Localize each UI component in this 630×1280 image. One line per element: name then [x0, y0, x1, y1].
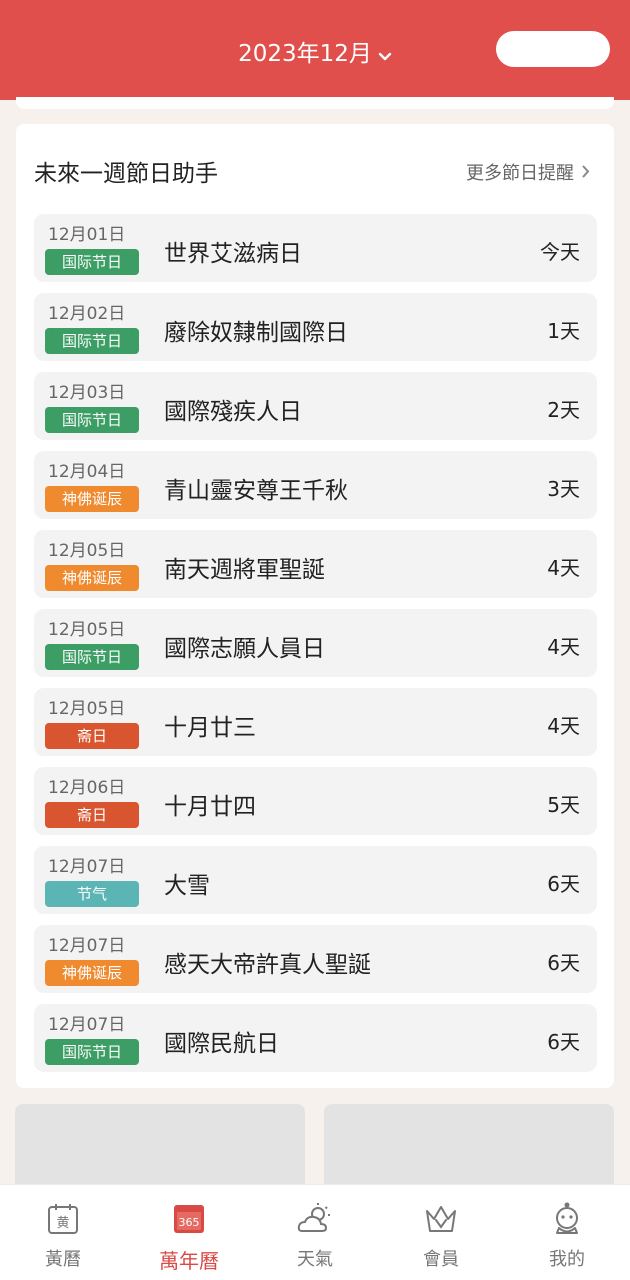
tab-weather[interactable]: 天氣 [252, 1185, 378, 1280]
holiday-date: 12月07日 [48, 857, 126, 877]
profile-icon [547, 1199, 587, 1239]
holiday-row[interactable]: 12月05日神佛诞辰 南天週將軍聖誕 4天 [34, 530, 597, 598]
holiday-category-badge: 神佛诞辰 [45, 565, 139, 591]
tab-almanac[interactable]: 黄 黃曆 [0, 1185, 126, 1280]
top-header: 2023年12月 [0, 0, 630, 100]
days-until: 6天 [547, 1030, 580, 1054]
holiday-category-badge: 节气 [45, 881, 139, 907]
holiday-date: 12月05日 [48, 699, 126, 719]
holiday-date: 12月07日 [48, 936, 126, 956]
weather-icon [295, 1199, 335, 1239]
tab-perpetual-calendar[interactable]: 365 萬年曆 [126, 1185, 252, 1280]
holiday-row[interactable]: 12月01日国际节日 世界艾滋病日 今天 [34, 214, 597, 282]
holiday-list: 12月01日 国际节日 世界艾滋病日 今天 12月02日 国际节日 廢除奴隸制國際日 1天 12… [34, 214, 597, 1083]
days-until: 6天 [547, 872, 580, 896]
days-until: 1天 [547, 319, 580, 343]
holiday-category-badge: 国际节日 [45, 1039, 139, 1065]
tab-label: 我的 [549, 1249, 585, 1270]
holiday-row[interactable]: 12月02日国际节日 廢除奴隸制國際日 1天 [34, 293, 597, 361]
holiday-name: 十月廿三 [164, 715, 256, 741]
holiday-name: 國際殘疾人日 [164, 399, 302, 425]
tab-label: 會員 [423, 1249, 459, 1270]
holiday-name: 世界艾滋病日 [164, 241, 302, 267]
days-until: 3天 [547, 477, 580, 501]
holiday-date: 12月06日 [48, 778, 126, 798]
holiday-date: 12月05日 [48, 620, 126, 640]
almanac-icon: 黄 [43, 1199, 83, 1239]
month-label: 2023年12月 [238, 41, 372, 67]
holiday-date: 12月07日 [48, 1015, 126, 1035]
holiday-name: 感天大帝許真人聖誕 [164, 952, 371, 978]
holiday-row[interactable]: 12月07日神佛诞辰 感天大帝許真人聖誕 6天 [34, 925, 597, 993]
holiday-row[interactable]: 12月07日国际节日 國際民航日 6天 [34, 1004, 597, 1072]
tab-label: 萬年曆 [159, 1249, 219, 1273]
holiday-date: 12月01日 [48, 225, 126, 245]
holiday-row[interactable]: 12月07日节气 大雪 6天 [34, 846, 597, 914]
bottom-tab-bar: 黄 黃曆 365 萬年曆 天氣 會員 我的 [0, 1184, 630, 1280]
holiday-category-badge: 斋日 [45, 723, 139, 749]
holiday-date: 12月04日 [48, 462, 126, 482]
holiday-category-badge: 神佛诞辰 [45, 960, 139, 986]
holiday-category-badge: 国际节日 [45, 249, 139, 275]
holiday-row[interactable]: 12月04日神佛诞辰 青山靈安尊王千秋 3天 [34, 451, 597, 519]
holiday-row[interactable]: 12月05日国际节日 國際志願人員日 4天 [34, 609, 597, 677]
days-until: 4天 [547, 635, 580, 659]
holiday-row[interactable]: 12月05日斋日 十月廿三 4天 [34, 688, 597, 756]
holiday-date: 12月03日 [48, 383, 126, 403]
holiday-date: 12月02日 [48, 304, 126, 324]
promo-banner-right[interactable] [324, 1104, 614, 1194]
tab-label: 黃曆 [45, 1249, 81, 1270]
svg-text:黄: 黄 [56, 1216, 69, 1231]
days-until: 4天 [547, 556, 580, 580]
holiday-name: 十月廿四 [164, 794, 256, 820]
holiday-category-badge: 国际节日 [45, 644, 139, 670]
days-until: 6天 [547, 951, 580, 975]
holiday-category-badge: 国际节日 [45, 407, 139, 433]
days-until: 今天 [540, 240, 580, 264]
holiday-row[interactable]: 12月06日斋日 十月廿四 5天 [34, 767, 597, 835]
header-card-edge [16, 97, 614, 109]
holiday-name: 南天週將軍聖誕 [164, 557, 325, 583]
card-title: 未來一週節日助手 [34, 161, 218, 187]
holiday-category-badge: 神佛诞辰 [45, 486, 139, 512]
days-until: 2天 [547, 398, 580, 422]
holiday-row[interactable]: 12月03日国际节日 國際殘疾人日 2天 [34, 372, 597, 440]
more-holiday-reminders-link[interactable]: 更多節日提醒 [466, 159, 590, 185]
holiday-name: 廢除奴隸制國際日 [164, 320, 348, 346]
holiday-name: 青山靈安尊王千秋 [164, 478, 348, 504]
promo-banner-left[interactable] [15, 1104, 305, 1194]
crown-icon [421, 1199, 461, 1239]
holiday-assistant-card: 未來一週節日助手 更多節日提醒 12月01日 国际节日 世界艾滋病日 今天 12月02日… [16, 124, 614, 1088]
holiday-name: 國際志願人員日 [164, 636, 325, 662]
holiday-category-badge: 国际节日 [45, 328, 139, 354]
header-action-pill[interactable] [496, 31, 610, 67]
tab-profile[interactable]: 我的 [504, 1185, 630, 1280]
days-until: 4天 [547, 714, 580, 738]
tab-membership[interactable]: 會員 [378, 1185, 504, 1280]
holiday-category-badge: 斋日 [45, 802, 139, 828]
holiday-name: 國際民航日 [164, 1031, 279, 1057]
days-until: 5天 [547, 793, 580, 817]
svg-text:365: 365 [179, 1216, 200, 1229]
holiday-name: 大雪 [164, 873, 210, 899]
calendar-365-icon: 365 [169, 1199, 209, 1239]
more-link-label: 更多節日提醒 [466, 163, 574, 184]
chevron-right-icon [582, 162, 590, 183]
holiday-date: 12月05日 [48, 541, 126, 561]
caret-down-icon [378, 42, 392, 68]
tab-label: 天氣 [297, 1249, 333, 1270]
